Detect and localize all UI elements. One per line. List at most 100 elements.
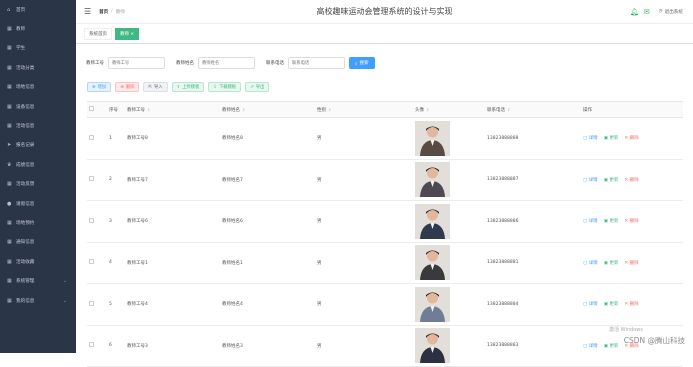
delete-row-button[interactable]: ✕ 删除 [624, 177, 638, 183]
table-row[interactable]: 2 教师工号7 教师姓名7 男 13823888887 ▢ 详情 ▣ 更新 ✕ 删除 [87, 159, 683, 201]
row-select-cell[interactable] [87, 117, 107, 160]
row-select-cell[interactable] [87, 200, 107, 243]
teacher-name-label: 教师姓名 [176, 61, 194, 66]
row-checkbox[interactable] [89, 300, 94, 306]
row-select-cell[interactable] [87, 325, 107, 367]
update-button[interactable]: ▣ 更新 [604, 135, 619, 141]
avatar[interactable] [415, 120, 450, 156]
detail-button[interactable]: ▢ 详情 [583, 343, 598, 349]
breadcrumb-home[interactable]: 首页 [99, 9, 108, 15]
sort-icon[interactable]: ⇕ [147, 107, 150, 112]
detail-label: 详情 [588, 302, 598, 308]
sort-icon[interactable]: ⇕ [426, 107, 429, 112]
detail-button[interactable]: ▢ 详情 [583, 218, 598, 224]
row-gender: 男 [315, 325, 413, 367]
sidebar-item-11[interactable]: ▦ 场地预约 [0, 213, 76, 232]
teacher-id-input[interactable] [108, 57, 165, 69]
delete-row-button[interactable]: ✕ 删除 [624, 301, 638, 307]
header-gender[interactable]: 性别 ⇕ [315, 101, 413, 118]
sort-icon[interactable]: ⇕ [242, 107, 245, 112]
sidebar-item-8[interactable]: ♛ 成绩信息 [0, 155, 76, 174]
mail-icon[interactable]: ✉ [644, 8, 650, 16]
sidebar-item-13[interactable]: ▦ 活动收藏 [0, 252, 76, 271]
sidebar-item-label: 成绩信息 [16, 162, 35, 168]
header-teacher-id[interactable]: 教师工号 ⇕ [125, 101, 220, 118]
avatar[interactable] [415, 203, 450, 239]
row-checkbox[interactable] [89, 176, 94, 182]
table-row[interactable]: 4 教师工号1 教师姓名1 男 13823888881 ▢ 详情 ▣ 更新 ✕ 删除 [87, 242, 683, 284]
row-select-cell[interactable] [87, 159, 107, 201]
search-button[interactable]: ⌕ 搜索 [349, 57, 375, 69]
avatar[interactable] [415, 162, 450, 198]
row-checkbox[interactable] [89, 342, 94, 348]
row-teacher-name: 教师姓名4 [220, 283, 315, 326]
grid-icon: ▦ [7, 258, 12, 265]
detail-button[interactable]: ▢ 详情 [583, 135, 598, 141]
import-button[interactable]: ⇱ 导入 [143, 82, 168, 92]
delete-row-button[interactable]: ✕ 删除 [624, 135, 638, 141]
tab-home[interactable]: 系统首页 [84, 27, 112, 40]
table-row[interactable]: 6 教师工号3 教师姓名3 男 13823888883 ▢ 详情 ▣ 更新 ✕ 删除 [87, 325, 683, 367]
delete-row-button[interactable]: ✕ 删除 [624, 260, 638, 266]
header-phone[interactable]: 联系电话 ⇕ [485, 101, 581, 118]
header-teacher-name[interactable]: 教师姓名 ⇕ [220, 101, 315, 118]
table-row[interactable]: 5 教师工号4 教师姓名4 男 13823888884 ▢ 详情 ▣ 更新 ✕ 删除 [87, 283, 683, 326]
sidebar-item-14[interactable]: ▦ 系统管理 ⌄ [0, 271, 76, 290]
menu-toggle-icon[interactable]: ☰ [84, 7, 91, 16]
sidebar-item-2[interactable]: ▦ 学生 [0, 39, 76, 58]
teacher-name-input[interactable] [198, 57, 255, 69]
detail-button[interactable]: ▢ 详情 [583, 301, 598, 307]
update-button[interactable]: ▣ 更新 [604, 177, 619, 183]
download-template-button[interactable]: ⇩ 下载模板 [208, 82, 242, 92]
row-checkbox[interactable] [89, 259, 94, 265]
delete-button[interactable]: ⊗ 删除 [115, 82, 140, 92]
tab-teacher[interactable]: 教师 × [115, 27, 140, 40]
update-label: 更新 [609, 260, 619, 266]
select-all-header[interactable] [87, 101, 107, 118]
sidebar-item-7[interactable]: ➤ 报名记录 [0, 136, 76, 155]
sidebar-item-15[interactable]: ▦ 我的信息 ⌄ [0, 291, 76, 310]
row-checkbox[interactable] [89, 217, 94, 223]
sidebar-item-5[interactable]: ▦ 设备信息 [0, 97, 76, 116]
row-checkbox[interactable] [89, 134, 94, 140]
header-avatar[interactable]: 头像 ⇕ [413, 101, 485, 118]
sort-icon[interactable]: ⇕ [507, 107, 510, 112]
avatar[interactable] [415, 286, 450, 322]
sidebar-item-3[interactable]: ▦ 活动分类 [0, 58, 76, 77]
add-button[interactable]: ⊕ 增加 [87, 82, 112, 92]
detail-button[interactable]: ▢ 详情 [583, 177, 598, 183]
logout-button[interactable]: ◷ 退出系统 [659, 9, 683, 15]
update-button[interactable]: ▣ 更新 [604, 343, 619, 349]
sidebar-item-6[interactable]: ▦ 活动信息 [0, 116, 76, 135]
row-select-cell[interactable] [87, 283, 107, 326]
table-row[interactable]: 1 教师工号8 教师姓名8 男 13823888888 ▢ 详情 ▣ 更新 ✕ 删除 [87, 117, 683, 160]
sidebar-item-12[interactable]: ▦ 通知信息 [0, 233, 76, 252]
select-all-checkbox[interactable] [89, 106, 94, 111]
sidebar-item-10[interactable]: ● 请假信息 [0, 194, 76, 213]
chevron-down-icon[interactable]: ⌄ [63, 278, 67, 284]
delete-row-button[interactable]: ✕ 删除 [624, 218, 638, 224]
detail-label: 详情 [588, 136, 598, 142]
detail-button[interactable]: ▢ 详情 [583, 260, 598, 266]
bell-icon[interactable]: 🔔︎ [630, 8, 639, 16]
chevron-down-icon[interactable]: ⌄ [63, 298, 67, 304]
sidebar-item-4[interactable]: ▦ 场地信息 [0, 78, 76, 97]
update-button[interactable]: ▣ 更新 [604, 301, 619, 307]
sort-icon[interactable]: ⇕ [328, 107, 331, 112]
avatar[interactable] [415, 245, 450, 281]
update-button[interactable]: ▣ 更新 [604, 260, 619, 266]
sidebar-item-9[interactable]: ▦ 活动反馈 [0, 175, 76, 194]
update-button[interactable]: ▣ 更新 [604, 218, 619, 224]
export-button[interactable]: ⇗ 导出 [245, 82, 270, 92]
avatar[interactable] [415, 328, 450, 364]
grid-icon: ▦ [7, 181, 12, 188]
table-row[interactable]: 3 教师工号6 教师姓名6 男 13823888886 ▢ 详情 ▣ 更新 ✕ 删除 [87, 200, 683, 243]
sidebar-item-label: 通知信息 [16, 240, 35, 246]
phone-input[interactable] [288, 57, 345, 69]
upload-template-button[interactable]: ⇪ 上传模板 [171, 82, 205, 92]
sidebar-item-1[interactable]: ▦ 教师 [0, 19, 76, 38]
sidebar-item-0[interactable]: ⌂ 首页 [0, 0, 76, 19]
row-select-cell[interactable] [87, 242, 107, 284]
delete-row-label: 删除 [629, 177, 639, 183]
main-content: ☰ 首页 / 教师 高校趣味运动会管理系统的设计与实现 🔔︎ ✉ ◷ 退出系统 … [76, 0, 693, 367]
